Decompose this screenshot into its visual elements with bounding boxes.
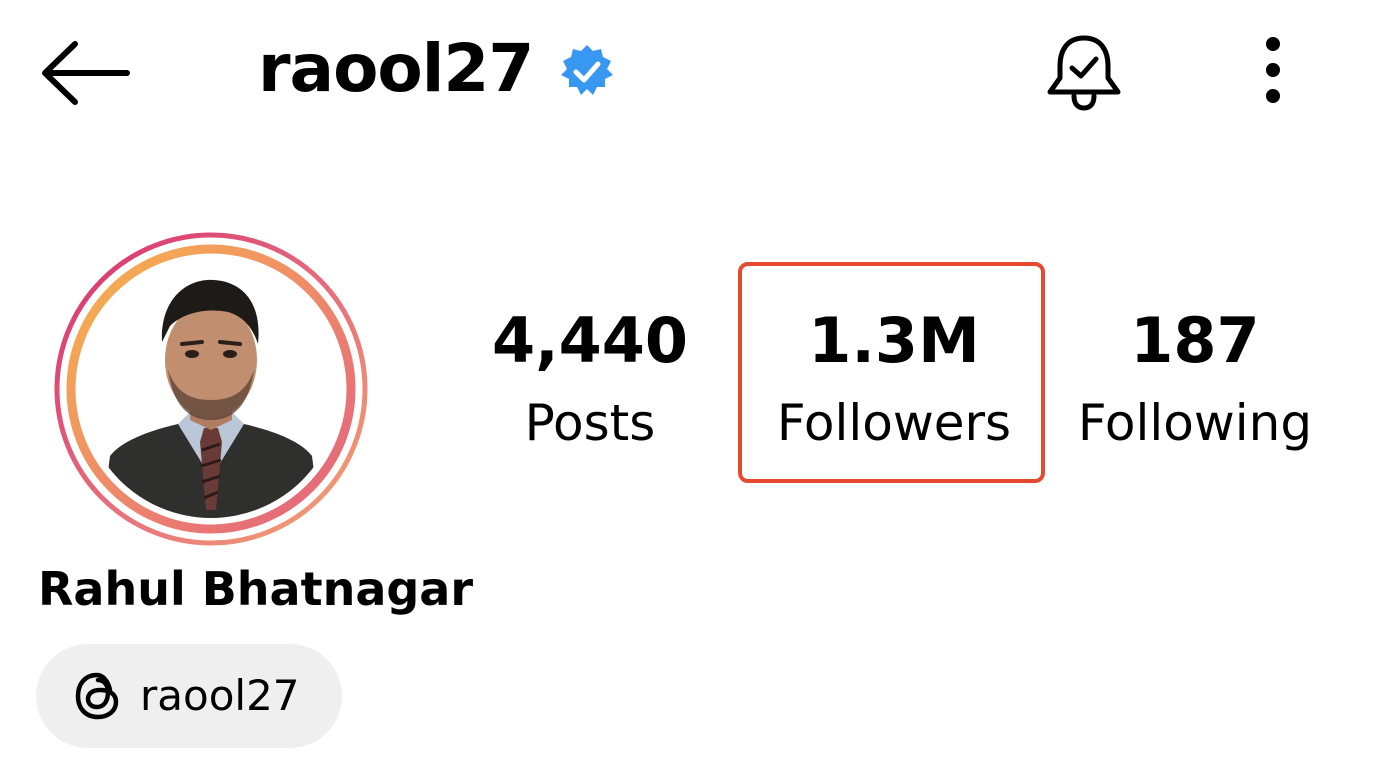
arrow-left-icon <box>42 41 130 105</box>
notifications-button[interactable] <box>1040 28 1128 116</box>
more-vertical-icon <box>1266 37 1280 103</box>
followers-count: 1.3M <box>808 304 980 377</box>
following-stat[interactable]: 187 Following <box>1070 304 1320 452</box>
followers-label: Followers <box>776 394 1012 452</box>
back-button[interactable] <box>38 38 132 108</box>
more-options-button[interactable] <box>1248 34 1298 106</box>
username: raool27 <box>258 30 534 107</box>
posts-stat[interactable]: 4,440 Posts <box>490 304 690 452</box>
followers-stat[interactable]: 1.3M Followers <box>760 304 1028 452</box>
posts-count: 4,440 <box>491 304 689 377</box>
verified-badge-icon <box>561 45 614 95</box>
posts-label: Posts <box>524 394 656 452</box>
threads-handle: raool27 <box>140 671 300 720</box>
following-label: Following <box>1077 394 1313 452</box>
bell-check-icon <box>1047 35 1121 111</box>
threads-icon <box>75 672 119 720</box>
profile-page: raool27 4,440 Posts 1.3M Followers 187 F… <box>0 0 1376 762</box>
profile-full-name: Rahul Bhatnagar <box>38 562 474 616</box>
header-title: raool27 <box>258 24 615 114</box>
threads-link-chip[interactable]: raool27 <box>36 644 342 748</box>
avatar[interactable] <box>52 230 370 548</box>
following-count: 187 <box>1130 304 1260 377</box>
profile-photo <box>82 260 340 518</box>
